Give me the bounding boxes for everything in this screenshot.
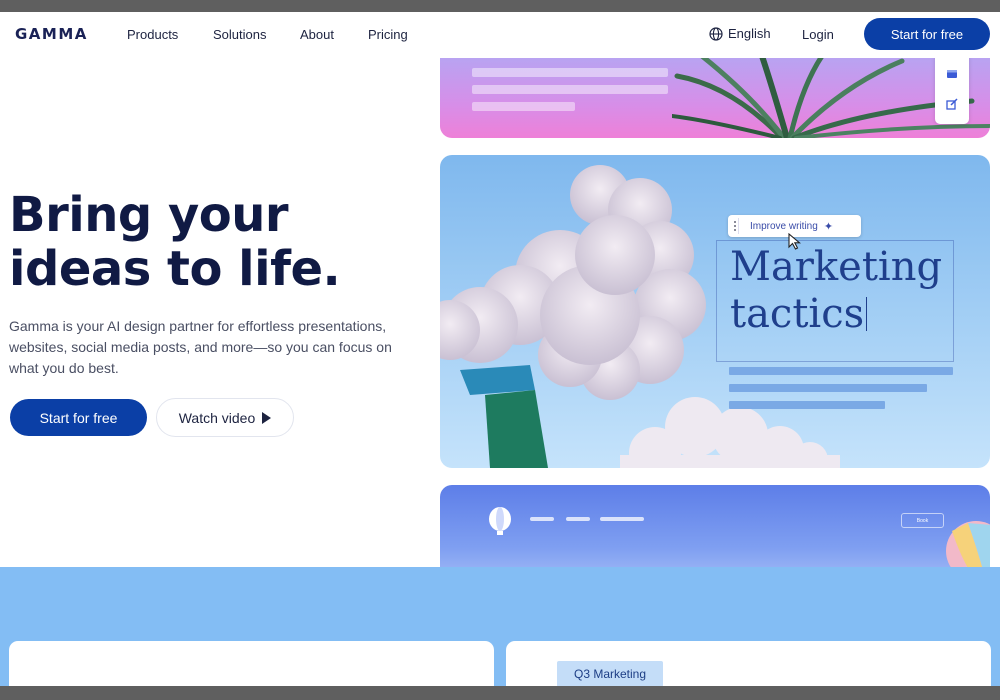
q3-marketing-chip: Q3 Marketing [557,661,663,686]
top-navigation: GAMMA Products Solutions About Pricing E… [0,12,1000,58]
feature-panel-left [9,641,494,686]
nav-placeholder-line [530,517,554,521]
placeholder-text-line [729,384,927,392]
language-selector[interactable]: English [709,26,771,41]
placeholder-text-line [729,401,885,409]
nav-link-pricing[interactable]: Pricing [368,27,408,42]
language-label: English [728,26,771,41]
login-link[interactable]: Login [802,27,834,42]
preview-card-marketing: Improve writing ✦ Marketing tactics [440,155,990,468]
hero-start-free-button[interactable]: Start for free [10,399,147,436]
text-cursor [866,297,868,331]
placeholder-text-line [472,85,668,94]
side-toolbar [935,56,969,124]
watch-video-label: Watch video [178,409,256,426]
nav-link-products[interactable]: Products [127,27,178,42]
book-button[interactable]: Book [901,513,944,528]
edit-icon[interactable] [946,98,958,110]
card-title-line-2-text: tactics [730,291,865,337]
drag-handle-icon[interactable] [731,218,739,234]
window-frame-top [0,0,1000,12]
nav-start-free-button[interactable]: Start for free [864,18,990,50]
window-frame-bottom [0,686,1000,700]
sparkle-icon: ✦ [823,220,834,233]
nav-link-solutions[interactable]: Solutions [213,27,266,42]
globe-icon [709,26,723,41]
hero-title: Bring your ideas to life. [9,188,429,296]
nav-placeholder-line [566,517,590,521]
card-title-line-1: Marketing [730,244,943,290]
nav-placeholder-line [600,517,644,521]
preview-card-top [440,56,990,138]
hero-title-line-1: Bring your [9,187,289,243]
card-layout-icon[interactable] [946,68,958,80]
balloon-icon [489,507,511,535]
nav-link-about[interactable]: About [300,27,334,42]
placeholder-text-line [472,68,668,77]
hero-title-line-2: ideas to life. [9,241,341,297]
placeholder-text-line [729,367,953,375]
gamma-logo[interactable]: GAMMA [15,25,88,43]
improve-writing-action[interactable]: Improve writing [750,221,818,232]
landing-page: GAMMA Products Solutions About Pricing E… [0,12,1000,686]
watch-video-button[interactable]: Watch video [156,398,294,437]
play-icon [262,411,272,424]
preview-card-website: Book [440,485,990,575]
placeholder-text-line [472,102,575,111]
card-title-line-2: tactics [730,291,970,338]
hero-subtitle: Gamma is your AI design partner for effo… [9,318,392,376]
card-title[interactable]: Marketing tactics [730,244,970,338]
